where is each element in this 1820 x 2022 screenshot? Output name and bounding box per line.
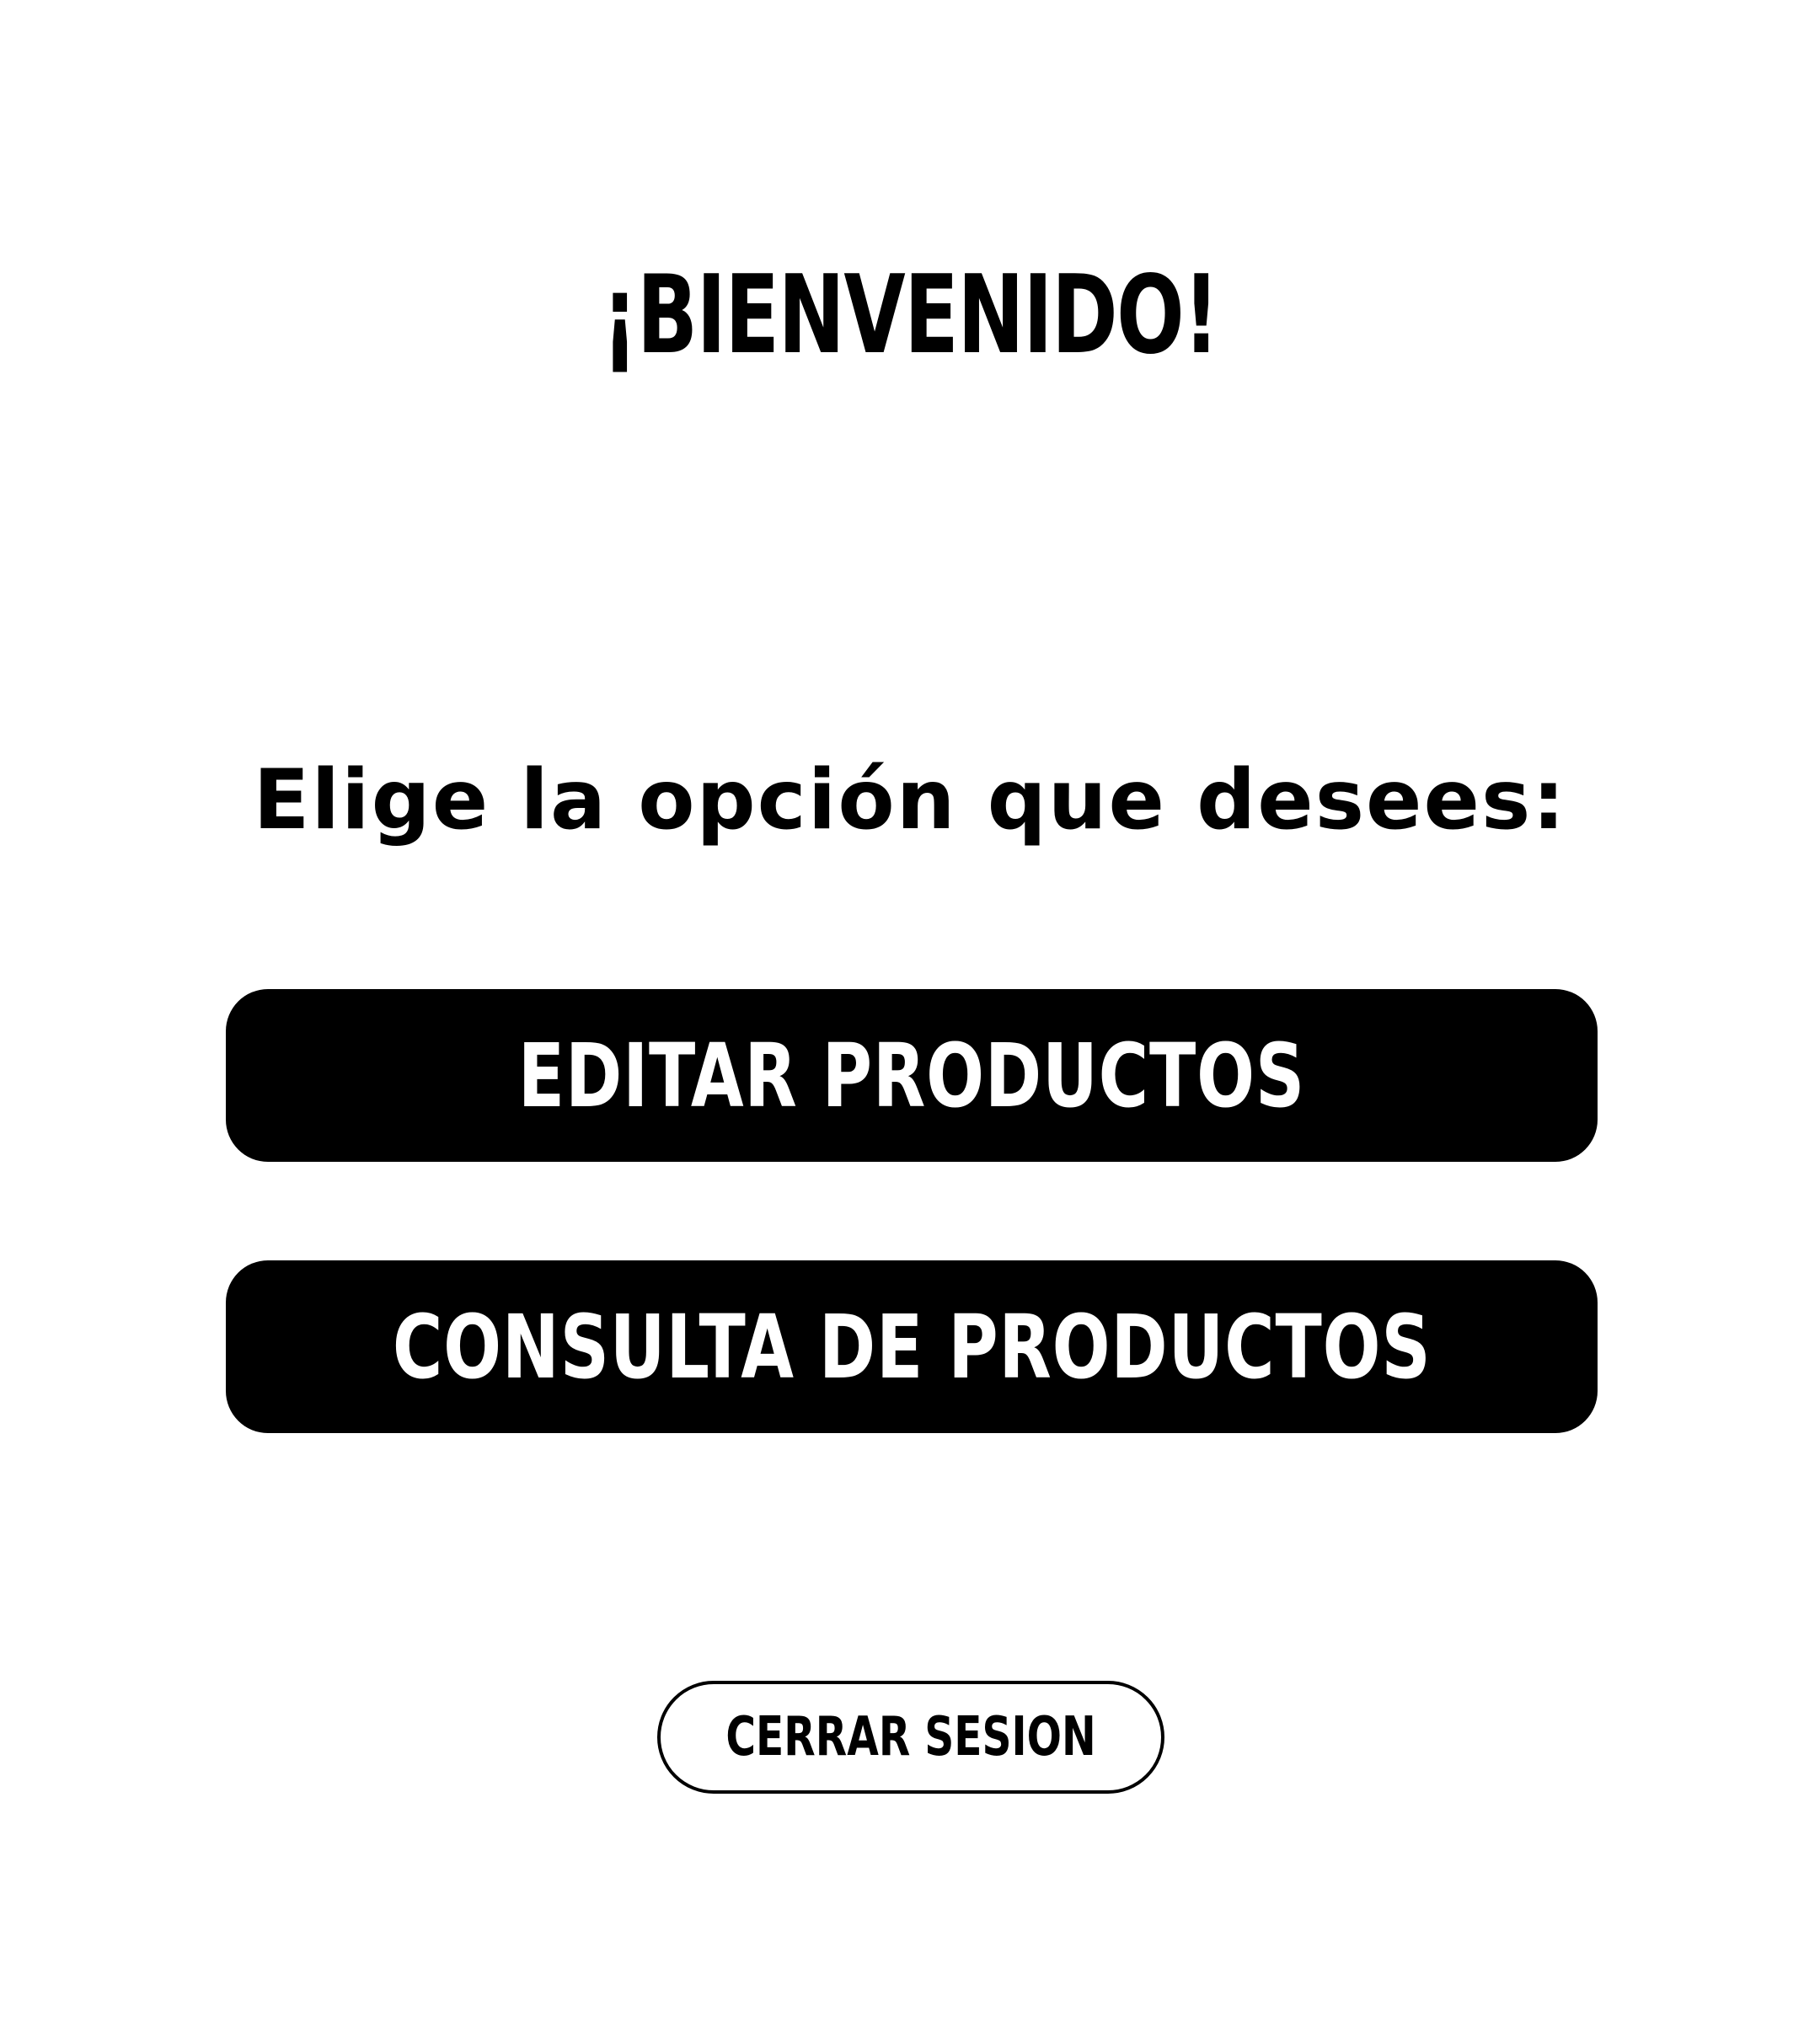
logout-button[interactable]: CERRAR SESION <box>657 1681 1164 1794</box>
welcome-screen: ¡BIENVENIDO! Elige la opción que desees:… <box>0 0 1820 2022</box>
edit-products-button[interactable]: EDITAR PRODUCTOS <box>226 989 1598 1162</box>
consult-products-button[interactable]: CONSULTA DE PRODUCTOS <box>226 1260 1598 1433</box>
consult-products-label: CONSULTA DE PRODUCTOS <box>392 1295 1432 1399</box>
page-title: ¡BIENVENIDO! <box>602 253 1219 378</box>
edit-products-label: EDITAR PRODUCTOS <box>517 1024 1306 1127</box>
logout-label: CERRAR SESION <box>725 1706 1096 1768</box>
choose-option-label: Elige la opción que desees: <box>253 752 1567 848</box>
